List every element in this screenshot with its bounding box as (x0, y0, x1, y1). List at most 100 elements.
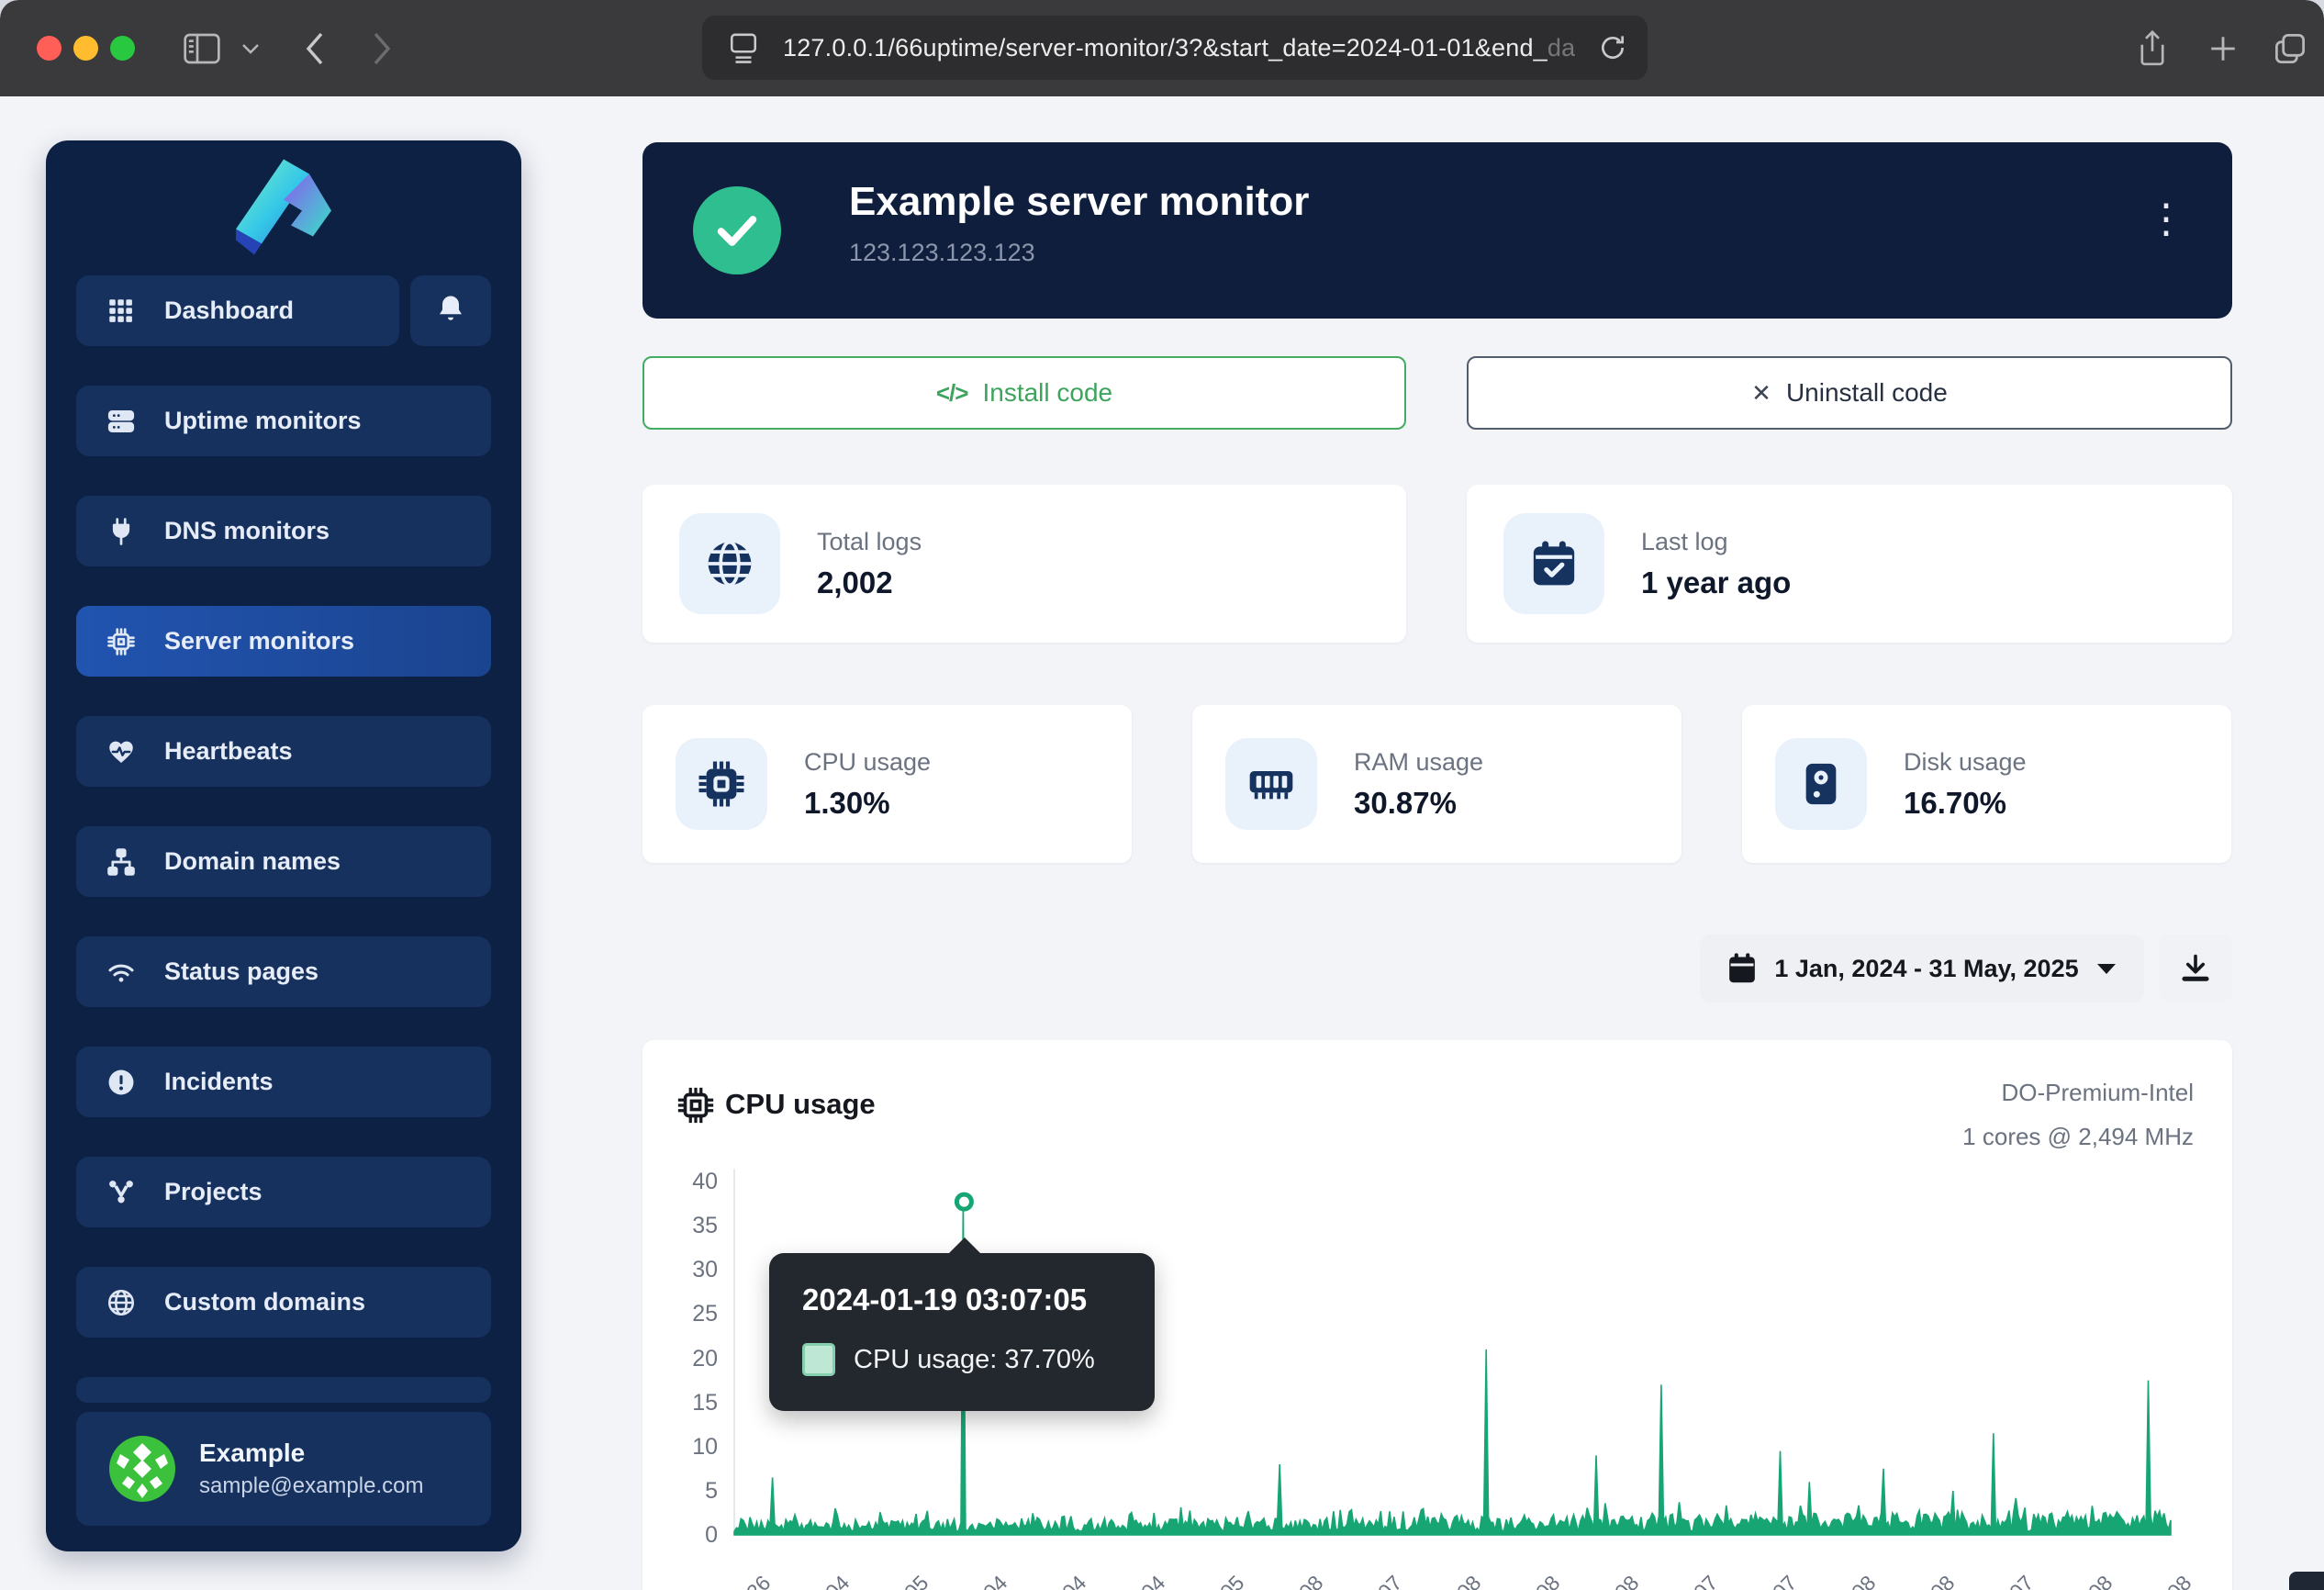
series-swatch (802, 1343, 835, 1376)
nodes-icon (106, 1176, 139, 1209)
close-window-button[interactable] (37, 36, 61, 61)
install-code-label: Install code (982, 378, 1112, 408)
sidebar-item-dashboard[interactable]: Dashboard (76, 275, 399, 346)
tooltip-datetime: 2024-01-19 03:07:05 (802, 1282, 1087, 1317)
profile-name: Example (199, 1439, 423, 1468)
sidebar-item-dns-monitors[interactable]: DNS monitors (76, 496, 491, 566)
sidebar-item-label: Uptime monitors (164, 407, 362, 435)
back-button[interactable] (289, 0, 341, 96)
uninstall-code-label: Uninstall code (1786, 378, 1948, 408)
url-bar[interactable]: 127.0.0.1/66uptime/server-monitor/3?&sta… (702, 16, 1648, 80)
sidebar-item-label: Domain names (164, 847, 341, 876)
disk-icon (1775, 738, 1867, 830)
sidebar-item-server-monitors[interactable]: Server monitors (76, 606, 491, 677)
sidebar-item-heartbeats[interactable]: Heartbeats (76, 716, 491, 787)
download-icon (2179, 952, 2212, 985)
y-tick-30: 30 (654, 1257, 718, 1283)
uninstall-code-button[interactable]: ✕ Uninstall code (1467, 356, 2232, 430)
page-title: Example server monitor (849, 179, 1309, 225)
minimize-window-button[interactable] (73, 36, 98, 61)
code-icon: </> (936, 379, 968, 408)
last-log-card: Last log 1 year ago (1467, 485, 2232, 643)
browser-chrome: 127.0.0.1/66uptime/server-monitor/3?&sta… (0, 0, 2324, 96)
sidebar-toggle-icon[interactable] (174, 0, 229, 96)
globe-solid-icon (679, 513, 780, 614)
ram-label: RAM usage (1354, 748, 1483, 777)
last-log-label: Last log (1641, 528, 1791, 556)
sidebar-item-label: Projects (164, 1178, 263, 1206)
status-ok-icon (693, 186, 781, 274)
tabs-overview-icon[interactable] (2263, 0, 2318, 96)
monitor-ip: 123.123.123.123 (849, 239, 1035, 267)
profile-card[interactable]: Example sample@example.com (76, 1412, 491, 1526)
ram-value: 30.87% (1354, 786, 1483, 821)
sidebar-item-incidents[interactable]: Incidents (76, 1047, 491, 1117)
globe-icon (106, 1286, 139, 1319)
install-code-button[interactable]: </> Install code (642, 356, 1406, 430)
date-range-picker[interactable]: 1 Jan, 2024 - 31 May, 2025 (1700, 935, 2144, 1002)
sidebar-item-uptime-monitors[interactable]: Uptime monitors (76, 386, 491, 456)
sidebar-item-label: Custom domains (164, 1288, 365, 1316)
cpu-usage-chart-card: CPU usage DO-Premium-Intel 1 cores @ 2,4… (642, 1040, 2232, 1590)
floating-corner-widget[interactable] (2289, 1572, 2324, 1590)
disk-label: Disk usage (1904, 748, 2027, 777)
sidebar-item-custom-domains[interactable]: Custom domains (76, 1267, 491, 1338)
url-text: 127.0.0.1/66uptime/server-monitor/3?&sta… (783, 34, 1575, 62)
ram-card: RAM usage 30.87% (1192, 705, 1682, 863)
date-range-label: 1 Jan, 2024 - 31 May, 2025 (1774, 955, 2078, 983)
share-icon[interactable] (2125, 0, 2180, 96)
grid-icon (106, 295, 139, 328)
tooltip-value: CPU usage: 37.70% (854, 1345, 1095, 1375)
total-logs-label: Total logs (817, 528, 922, 556)
sidebar-item-label: Incidents (164, 1068, 274, 1096)
total-logs-card: Total logs 2,002 (642, 485, 1406, 643)
kebab-menu-icon[interactable]: ⋮ (2146, 199, 2186, 240)
reload-icon[interactable] (1598, 33, 1627, 62)
site-icon (728, 30, 759, 65)
last-log-value: 1 year ago (1641, 565, 1791, 600)
y-tick-15: 15 (654, 1390, 718, 1416)
disk-card: Disk usage 16.70% (1742, 705, 2231, 863)
total-logs-value: 2,002 (817, 565, 922, 600)
notifications-button[interactable] (410, 275, 491, 346)
chevron-down-icon[interactable] (232, 0, 269, 96)
server-icon (106, 405, 139, 438)
bell-icon (434, 292, 467, 330)
sidebar-item-status-pages[interactable]: Status pages (76, 936, 491, 1007)
app-logo (229, 154, 339, 264)
cpu-label: CPU usage (804, 748, 931, 777)
sitemap-icon (106, 845, 139, 879)
y-tick-10: 10 (654, 1434, 718, 1461)
forward-button[interactable] (356, 0, 408, 96)
sidebar-item-label: Status pages (164, 957, 318, 986)
avatar (109, 1436, 175, 1502)
sidebar-item-projects[interactable]: Projects (76, 1157, 491, 1227)
heartbeat-icon (106, 735, 139, 768)
download-report-button[interactable] (2159, 935, 2232, 1002)
disk-value: 16.70% (1904, 786, 2027, 821)
y-tick-35: 35 (654, 1213, 718, 1239)
y-tick-20: 20 (654, 1346, 718, 1372)
calendar-icon (1726, 952, 1758, 985)
y-tick-0: 0 (654, 1522, 718, 1549)
sidebar-item-domain-names[interactable]: Domain names (76, 826, 491, 897)
monitor-header-card: Example server monitor 123.123.123.123 ⋮ (642, 142, 2232, 319)
alert-icon (106, 1066, 139, 1099)
chip-icon (106, 625, 139, 658)
ram-icon (1225, 738, 1317, 830)
chart-tooltip: 2024-01-19 03:07:05 CPU usage: 37.70% (769, 1253, 1155, 1411)
close-icon: ✕ (1751, 379, 1771, 408)
sidebar-item-partial[interactable] (76, 1377, 491, 1403)
cpu-card: CPU usage 1.30% (642, 705, 1132, 863)
cpu-value: 1.30% (804, 786, 931, 821)
sidebar: Dashboard Uptime monitors DNS monitors Serv… (46, 140, 521, 1551)
profile-email: sample@example.com (199, 1473, 423, 1499)
plug-icon (106, 515, 139, 548)
y-tick-25: 25 (654, 1301, 718, 1327)
maximize-window-button[interactable] (110, 36, 135, 61)
sidebar-item-label: DNS monitors (164, 517, 330, 545)
chip-solid-icon (676, 738, 767, 830)
wifi-icon (106, 956, 139, 989)
app-window: 127.0.0.1/66uptime/server-monitor/3?&sta… (0, 0, 2324, 1590)
new-tab-icon[interactable] (2196, 0, 2251, 96)
